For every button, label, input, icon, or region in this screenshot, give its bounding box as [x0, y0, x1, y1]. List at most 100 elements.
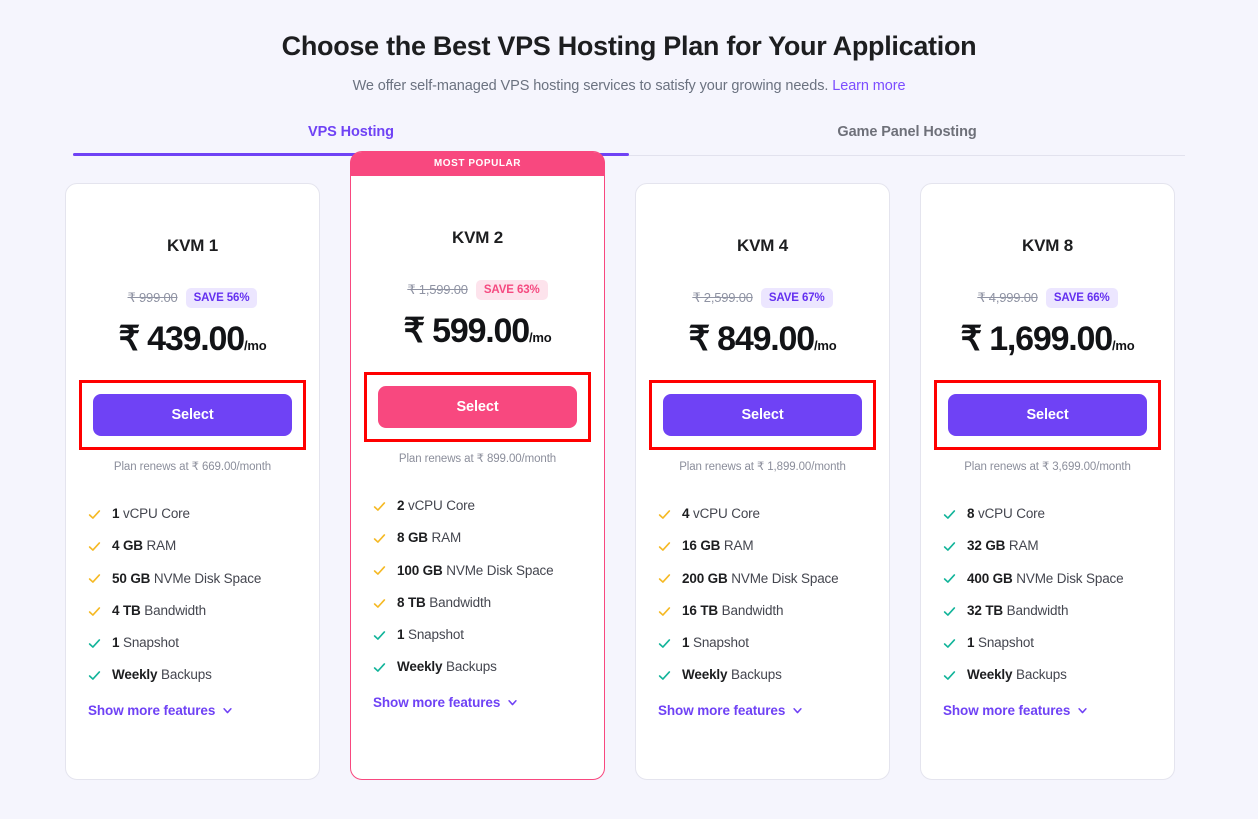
feature-label: NVMe Disk Space: [154, 571, 261, 586]
feature-value: 8 GB: [397, 530, 428, 545]
feature-item: 32 GB RAM: [943, 530, 1152, 562]
feature-text: 16 TB Bandwidth: [682, 602, 783, 620]
feature-item: 100 GB NVMe Disk Space: [373, 555, 582, 587]
check-icon: [88, 540, 101, 553]
feature-text: 1 Snapshot: [682, 634, 749, 652]
check-icon: [88, 572, 101, 585]
page-header: Choose the Best VPS Hosting Plan for You…: [0, 0, 1258, 94]
feature-label: vCPU Core: [123, 506, 190, 521]
feature-text: 1 Snapshot: [397, 626, 464, 644]
feature-label: Bandwidth: [429, 595, 491, 610]
feature-text: 100 GB NVMe Disk Space: [397, 562, 554, 580]
feature-item: 1 Snapshot: [658, 627, 867, 659]
feature-item: 16 TB Bandwidth: [658, 595, 867, 627]
original-price: ₹ 4,999.00: [977, 290, 1038, 306]
check-icon: [373, 532, 386, 545]
feature-value: 200 GB: [682, 571, 728, 586]
feature-list: 8 vCPU Core32 GB RAM400 GB NVMe Disk Spa…: [943, 498, 1152, 691]
plan-card-body: KVM 4₹ 2,599.00SAVE 67%₹ 849.00/moSelect…: [658, 184, 867, 718]
select-button[interactable]: Select: [378, 386, 577, 428]
feature-text: 4 GB RAM: [112, 537, 176, 555]
discount-badge: SAVE 67%: [761, 288, 833, 308]
feature-item: 4 GB RAM: [88, 530, 297, 562]
feature-item: 1 Snapshot: [88, 627, 297, 659]
feature-label: NVMe Disk Space: [1016, 571, 1123, 586]
plan-card-body: KVM 1₹ 999.00SAVE 56%₹ 439.00/moSelectPl…: [88, 184, 297, 718]
feature-value: 32 TB: [967, 603, 1003, 618]
feature-label: Backups: [446, 659, 497, 674]
pricing-page: Choose the Best VPS Hosting Plan for You…: [0, 0, 1258, 819]
feature-value: 1: [112, 506, 119, 521]
feature-item: 50 GB NVMe Disk Space: [88, 563, 297, 595]
feature-label: Snapshot: [123, 635, 179, 650]
check-icon: [373, 661, 386, 674]
price-row: ₹ 999.00SAVE 56%: [88, 288, 297, 308]
feature-item: 8 TB Bandwidth: [373, 587, 582, 619]
check-icon: [88, 669, 101, 682]
tab-game-panel-hosting[interactable]: Game Panel Hosting: [629, 124, 1185, 155]
current-price: ₹ 439.00/mo: [88, 318, 297, 361]
feature-item: 400 GB NVMe Disk Space: [943, 563, 1152, 595]
check-icon: [373, 597, 386, 610]
feature-text: 50 GB NVMe Disk Space: [112, 570, 261, 588]
learn-more-link[interactable]: Learn more: [832, 78, 905, 94]
price-amount: ₹ 1,699.00: [961, 320, 1112, 358]
feature-text: 4 vCPU Core: [682, 505, 760, 523]
feature-item: Weekly Backups: [658, 659, 867, 691]
show-more-features-label: Show more features: [88, 703, 215, 718]
select-button-annotation: Select: [649, 380, 876, 450]
check-icon: [658, 637, 671, 650]
feature-value: Weekly: [397, 659, 442, 674]
discount-badge: SAVE 66%: [1046, 288, 1118, 308]
feature-value: 16 GB: [682, 538, 720, 553]
feature-text: 4 TB Bandwidth: [112, 602, 206, 620]
check-icon: [658, 572, 671, 585]
check-icon: [658, 508, 671, 521]
feature-list: 4 vCPU Core16 GB RAM200 GB NVMe Disk Spa…: [658, 498, 867, 691]
hosting-type-tabs: VPS Hosting Game Panel Hosting: [73, 124, 1185, 156]
feature-label: RAM: [432, 530, 462, 545]
show-more-features-toggle[interactable]: Show more features: [943, 692, 1152, 718]
price-amount: ₹ 439.00: [119, 320, 244, 358]
show-more-features-toggle[interactable]: Show more features: [658, 692, 867, 718]
feature-label: Snapshot: [408, 627, 464, 642]
show-more-features-toggle[interactable]: Show more features: [88, 692, 297, 718]
feature-item: 32 TB Bandwidth: [943, 595, 1152, 627]
check-icon: [943, 605, 956, 618]
feature-text: Weekly Backups: [112, 666, 212, 684]
original-price: ₹ 999.00: [128, 290, 178, 306]
show-more-features-toggle[interactable]: Show more features: [373, 684, 582, 710]
feature-text: Weekly Backups: [397, 658, 497, 676]
check-icon: [943, 572, 956, 585]
feature-item: 8 GB RAM: [373, 522, 582, 554]
feature-item: 4 vCPU Core: [658, 498, 867, 530]
renewal-note: Plan renews at ₹ 3,699.00/month: [943, 459, 1152, 473]
feature-value: Weekly: [112, 667, 157, 682]
chevron-down-icon: [1077, 705, 1088, 716]
select-button[interactable]: Select: [663, 394, 862, 436]
feature-label: NVMe Disk Space: [446, 563, 553, 578]
current-price: ₹ 1,699.00/mo: [943, 318, 1152, 361]
feature-value: 1: [967, 635, 974, 650]
check-icon: [88, 508, 101, 521]
feature-item: 1 Snapshot: [943, 627, 1152, 659]
show-more-features-label: Show more features: [658, 703, 785, 718]
feature-label: Backups: [1016, 667, 1067, 682]
feature-text: 1 vCPU Core: [112, 505, 190, 523]
feature-text: 32 GB RAM: [967, 537, 1038, 555]
select-button[interactable]: Select: [93, 394, 292, 436]
feature-value: 1: [112, 635, 119, 650]
select-button[interactable]: Select: [948, 394, 1147, 436]
check-icon: [88, 637, 101, 650]
feature-text: 1 Snapshot: [112, 634, 179, 652]
feature-label: Backups: [161, 667, 212, 682]
feature-label: Snapshot: [693, 635, 749, 650]
page-title: Choose the Best VPS Hosting Plan for You…: [0, 30, 1258, 64]
subtitle-text: We offer self-managed VPS hosting servic…: [353, 78, 829, 94]
feature-label: RAM: [724, 538, 754, 553]
feature-value: 8: [967, 506, 974, 521]
select-button-annotation: Select: [364, 372, 591, 442]
current-price: ₹ 849.00/mo: [658, 318, 867, 361]
feature-text: 8 GB RAM: [397, 529, 461, 547]
price-period: /mo: [529, 330, 552, 345]
